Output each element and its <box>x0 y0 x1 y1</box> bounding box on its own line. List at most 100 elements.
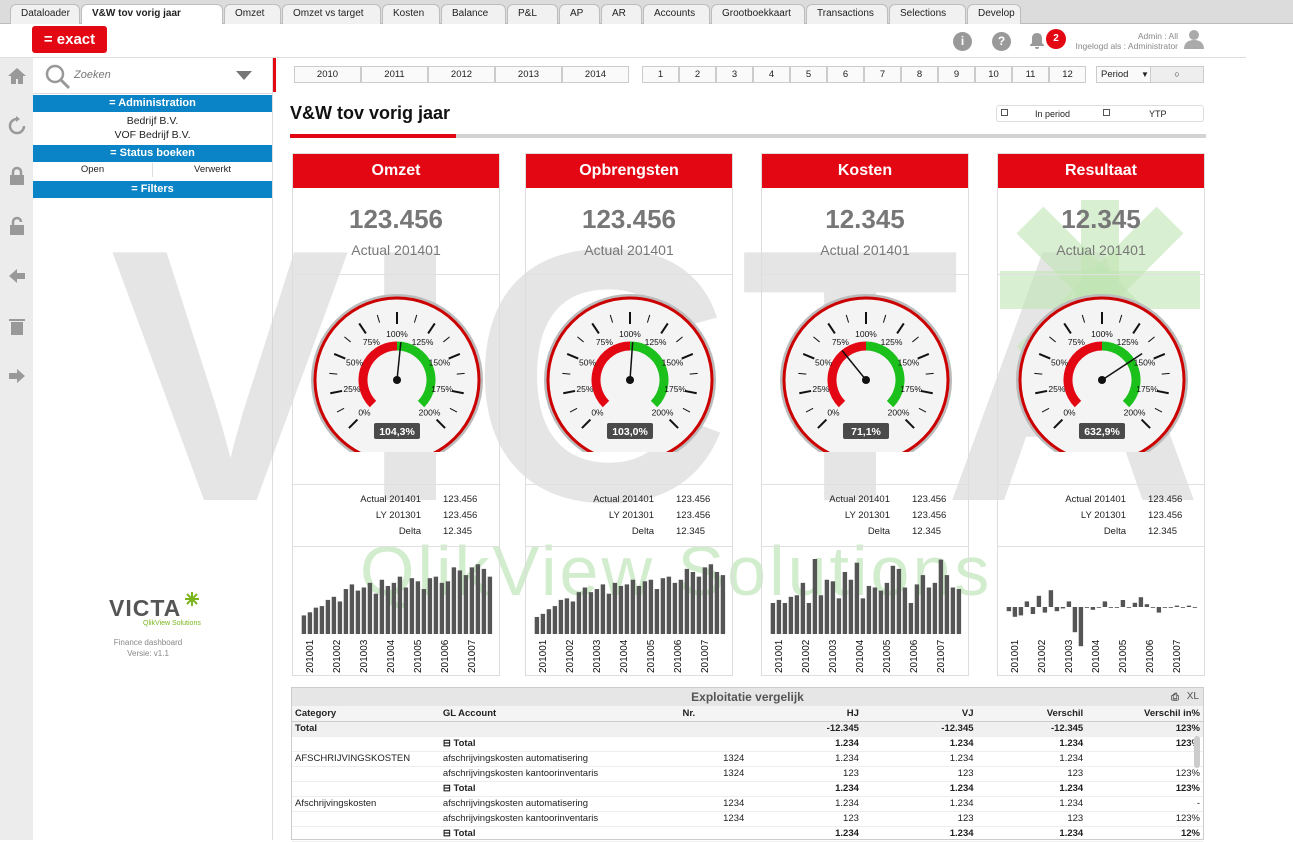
mini-bar <box>570 601 576 634</box>
notification-badge[interactable]: 2 <box>1046 29 1066 49</box>
month-11[interactable]: 11 <box>1012 66 1049 83</box>
tab-omzet[interactable]: Omzet <box>224 4 281 24</box>
table-row[interactable]: afschrijvingskosten kantoorinventaris 132… <box>292 766 1203 782</box>
month-1[interactable]: 1 <box>642 66 679 83</box>
tab-kosten[interactable]: Kosten <box>382 4 440 24</box>
status-verwerkt[interactable]: Verwerkt <box>153 163 272 177</box>
column-header[interactable]: Verschil in% <box>1086 706 1203 722</box>
tab-ar[interactable]: AR <box>601 4 642 24</box>
export-xl-button[interactable]: XL <box>1187 688 1199 706</box>
month-4[interactable]: 4 <box>753 66 790 83</box>
status-open[interactable]: Open <box>33 163 153 177</box>
year-2013[interactable]: 2013 <box>495 66 562 83</box>
bell-icon[interactable] <box>1028 32 1046 50</box>
gauge-tick-label: 50% <box>579 357 596 367</box>
month-2[interactable]: 2 <box>679 66 716 83</box>
in-period-checkbox[interactable] <box>1001 109 1008 116</box>
filters-header[interactable]: = Filters <box>33 181 272 198</box>
list-item[interactable]: VOF Bedrijf B.V. <box>33 128 272 142</box>
month-8[interactable]: 8 <box>901 66 938 83</box>
user-avatar-icon[interactable] <box>1183 28 1205 50</box>
tab-balance[interactable]: Balance <box>441 4 506 24</box>
chevron-down-icon[interactable] <box>236 71 252 81</box>
mini-bar <box>379 579 385 634</box>
column-header[interactable]: VJ <box>861 706 977 722</box>
tab-ap[interactable]: AP <box>559 4 600 24</box>
mini-bar <box>702 567 708 634</box>
collapse-icon[interactable]: ⊟ <box>443 738 454 749</box>
gauge-hub <box>393 376 401 384</box>
gauge-tick-label: 50% <box>815 357 832 367</box>
info-icon[interactable]: i <box>953 32 972 51</box>
period-toggle[interactable]: ○ <box>1150 66 1204 83</box>
tab-selections[interactable]: Selections <box>889 4 966 24</box>
cell: 12% <box>1180 828 1200 839</box>
tab-v-w-tov-vorig-jaar[interactable]: V&W tov vorig jaar <box>81 4 223 25</box>
help-icon[interactable]: ? <box>992 32 1011 51</box>
table-cell: 123% <box>1086 781 1203 797</box>
mini-bar <box>445 581 451 634</box>
user-info: Admin : All Ingelogd als : Administrator <box>1066 31 1178 51</box>
table-cell: 1.234 <box>747 796 862 812</box>
sheet-tab-bar: Dataloader V&W tov vorig jaar Omzet Omzet v… <box>0 0 1293 25</box>
mini-bar <box>301 615 307 634</box>
tab-transactions[interactable]: Transactions <box>806 4 888 24</box>
table-row[interactable]: afschrijvingskosten kantoorinventaris 123… <box>292 811 1203 827</box>
table-scrollbar[interactable] <box>1194 736 1200 768</box>
tab-grootboekkaart[interactable]: Grootboekkaart <box>711 4 805 24</box>
unlock-icon[interactable] <box>7 216 27 236</box>
month-5[interactable]: 5 <box>790 66 827 83</box>
month-6[interactable]: 6 <box>827 66 864 83</box>
forward-arrow-icon[interactable] <box>7 366 27 386</box>
home-icon[interactable] <box>7 66 27 86</box>
kpi-card-kosten: Kosten 12.345 Actual 201401 Actual 201401 12… <box>761 153 969 676</box>
year-2011[interactable]: 2011 <box>361 66 428 83</box>
gauge-tick-label: 200% <box>652 408 674 418</box>
column-header[interactable]: Category <box>292 706 440 722</box>
refresh-icon[interactable] <box>7 116 27 136</box>
gauge-tick-label: 150% <box>1134 357 1156 367</box>
table-row[interactable]: Afschrijvingskosten afschrijvingskosten a… <box>292 796 1203 812</box>
collapse-icon[interactable]: ⊟ <box>443 828 454 839</box>
month-10[interactable]: 10 <box>975 66 1012 83</box>
tab-dataloader[interactable]: Dataloader <box>10 4 80 24</box>
column-header[interactable]: GL Account <box>439 706 680 722</box>
tab-accounts[interactable]: Accounts <box>643 4 710 24</box>
lock-icon[interactable] <box>7 166 27 186</box>
status-header[interactable]: = Status boeken <box>33 145 272 162</box>
list-item[interactable]: Bedrijf B.V. <box>33 114 272 128</box>
table-row[interactable]: ⊟ Total 1.234 1.234 1.234 123% <box>292 736 1203 752</box>
column-header[interactable]: Verschil <box>976 706 1087 722</box>
table-row[interactable]: ⊟ Total 1.234 1.234 1.234 123% <box>292 781 1203 797</box>
print-icon[interactable]: ⎙ <box>1171 689 1179 707</box>
search-box[interactable]: Zoeken <box>33 58 273 94</box>
trash-icon[interactable] <box>7 316 27 336</box>
ytp-checkbox[interactable] <box>1103 109 1110 116</box>
tab-omzet-vs-target[interactable]: Omzet vs target <box>282 4 381 24</box>
table-row[interactable]: Total -12.345 -12.345 -12.345 123% <box>292 721 1203 737</box>
back-arrow-icon[interactable] <box>7 266 27 286</box>
year-2012[interactable]: 2012 <box>428 66 495 83</box>
mini-bar <box>1084 607 1090 608</box>
administration-header[interactable]: = Administration <box>33 95 272 112</box>
table-row[interactable]: AFSCHRIJVINGSKOSTEN afschrijvingskosten a… <box>292 751 1203 767</box>
mini-axis-label: 201007 <box>700 639 711 673</box>
month-12[interactable]: 12 <box>1049 66 1086 83</box>
search-input[interactable]: Zoeken <box>74 69 111 81</box>
column-header[interactable]: HJ <box>747 706 862 722</box>
cell: 1.234 <box>949 753 974 764</box>
month-7[interactable]: 7 <box>864 66 901 83</box>
collapse-icon[interactable]: ⊟ <box>443 783 454 794</box>
tab-p-l[interactable]: P&L <box>507 4 558 24</box>
month-9[interactable]: 9 <box>938 66 975 83</box>
mini-bar <box>806 603 812 634</box>
column-header[interactable]: Nr. <box>679 706 748 722</box>
cell: 1.234 <box>835 798 859 809</box>
year-2014[interactable]: 2014 <box>562 66 629 83</box>
table-cell: -12.345 <box>976 721 1087 737</box>
month-3[interactable]: 3 <box>716 66 753 83</box>
mini-bar <box>349 584 355 634</box>
tab-develop[interactable]: Develop <box>967 4 1021 24</box>
table-row[interactable]: ⊟ Total 1.234 1.234 1.234 12% <box>292 826 1203 842</box>
year-2010[interactable]: 2010 <box>294 66 361 83</box>
